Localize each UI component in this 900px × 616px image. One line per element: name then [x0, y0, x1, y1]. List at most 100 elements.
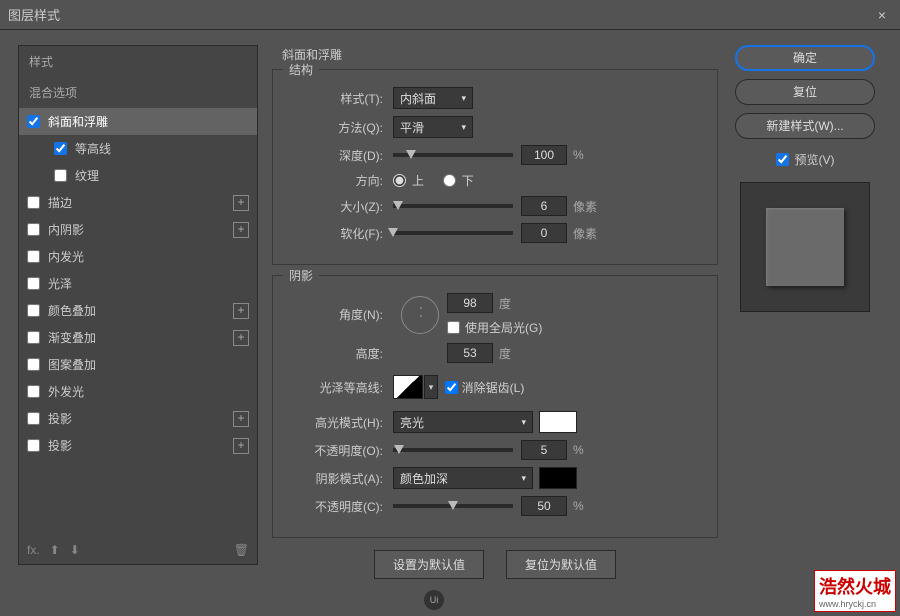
- watermark-text: 浩然火城: [819, 577, 891, 597]
- set-default-button[interactable]: 设置为默认值: [374, 550, 484, 579]
- style-item-checkbox[interactable]: [54, 169, 67, 182]
- style-item-label: 等高线: [75, 140, 249, 157]
- size-input[interactable]: 6: [521, 196, 567, 216]
- style-item-checkbox[interactable]: [27, 304, 40, 317]
- style-item-label: 投影: [48, 437, 233, 454]
- style-item-checkbox[interactable]: [27, 439, 40, 452]
- highlight-mode-dropdown[interactable]: 亮光▾: [393, 411, 533, 433]
- style-item[interactable]: 渐变叠加+: [19, 324, 257, 351]
- chevron-down-icon: ▾: [521, 417, 526, 428]
- global-light-checkbox[interactable]: [447, 321, 460, 334]
- slider-knob[interactable]: [448, 501, 458, 510]
- slider-knob[interactable]: [388, 228, 398, 237]
- style-dropdown[interactable]: 内斜面▾: [393, 87, 473, 109]
- style-item-label: 斜面和浮雕: [48, 113, 249, 130]
- shading-fieldset: 阴影 角度(N): 98 度 使用全局光(G) 高度:: [272, 275, 718, 538]
- style-item[interactable]: 光泽: [19, 270, 257, 297]
- gloss-contour-label: 光泽等高线:: [285, 379, 383, 396]
- style-item[interactable]: 颜色叠加+: [19, 297, 257, 324]
- window-title: 图层样式: [8, 5, 872, 24]
- styles-heading[interactable]: 样式: [19, 46, 257, 77]
- depth-slider[interactable]: [393, 153, 513, 157]
- depth-input[interactable]: 100: [521, 145, 567, 165]
- direction-down-radio[interactable]: [443, 174, 456, 187]
- soften-input[interactable]: 0: [521, 223, 567, 243]
- ok-button[interactable]: 确定: [735, 45, 875, 71]
- ui-cn-logo: Ui: [424, 590, 444, 610]
- direction-label: 方向:: [285, 172, 383, 189]
- move-down-icon[interactable]: ⬇: [70, 543, 80, 557]
- add-instance-icon[interactable]: +: [233, 222, 249, 238]
- close-icon[interactable]: ×: [872, 7, 892, 23]
- gloss-contour-dropdown[interactable]: ▾: [424, 375, 438, 399]
- cancel-button[interactable]: 复位: [735, 79, 875, 105]
- preview-toggle: 预览(V): [776, 151, 835, 168]
- style-item-checkbox[interactable]: [27, 412, 40, 425]
- highlight-opacity-slider[interactable]: [393, 448, 513, 452]
- size-slider[interactable]: [393, 204, 513, 208]
- reset-default-button[interactable]: 复位为默认值: [506, 550, 616, 579]
- add-instance-icon[interactable]: +: [233, 438, 249, 454]
- new-style-button[interactable]: 新建样式(W)...: [735, 113, 875, 139]
- style-item[interactable]: 外发光: [19, 378, 257, 405]
- style-item-checkbox[interactable]: [27, 250, 40, 263]
- style-item-checkbox[interactable]: [27, 223, 40, 236]
- title-bar: 图层样式 ×: [0, 0, 900, 30]
- add-instance-icon[interactable]: +: [233, 195, 249, 211]
- angle-dial[interactable]: [401, 296, 439, 334]
- slider-knob[interactable]: [394, 445, 404, 454]
- style-item[interactable]: 内阴影+: [19, 216, 257, 243]
- altitude-input[interactable]: 53: [447, 343, 493, 363]
- style-item-checkbox[interactable]: [27, 385, 40, 398]
- style-item[interactable]: 投影+: [19, 405, 257, 432]
- style-item-label: 颜色叠加: [48, 302, 233, 319]
- highlight-opacity-input[interactable]: 5: [521, 440, 567, 460]
- style-item[interactable]: 描边+: [19, 189, 257, 216]
- preview-label: 预览(V): [795, 151, 835, 168]
- style-item-checkbox[interactable]: [27, 358, 40, 371]
- add-instance-icon[interactable]: +: [233, 303, 249, 319]
- watermark-url: www.hryckj.cn: [819, 599, 891, 609]
- chevron-down-icon: ▾: [461, 93, 466, 104]
- style-item[interactable]: 投影+: [19, 432, 257, 459]
- shadow-opacity-slider[interactable]: [393, 504, 513, 508]
- chevron-down-icon: ▾: [461, 122, 466, 133]
- style-item-checkbox[interactable]: [27, 277, 40, 290]
- direction-up-radio[interactable]: [393, 174, 406, 187]
- style-item-checkbox[interactable]: [54, 142, 67, 155]
- highlight-color-swatch[interactable]: [539, 411, 577, 433]
- shadow-color-swatch[interactable]: [539, 467, 577, 489]
- style-item[interactable]: 纹理: [19, 162, 257, 189]
- technique-dropdown[interactable]: 平滑▾: [393, 116, 473, 138]
- structure-fieldset: 结构 样式(T): 内斜面▾ 方法(Q): 平滑▾ 深度(D): 100 % 方…: [272, 69, 718, 265]
- slider-knob[interactable]: [393, 201, 403, 210]
- style-item-checkbox[interactable]: [27, 331, 40, 344]
- style-item-checkbox[interactable]: [27, 115, 40, 128]
- add-instance-icon[interactable]: +: [233, 330, 249, 346]
- move-up-icon[interactable]: ⬆: [50, 543, 60, 557]
- style-item[interactable]: 图案叠加: [19, 351, 257, 378]
- soften-slider[interactable]: [393, 231, 513, 235]
- antialias-checkbox[interactable]: [445, 381, 458, 394]
- depth-unit: %: [573, 148, 584, 162]
- fx-menu-icon[interactable]: fx.: [27, 543, 40, 557]
- gloss-contour-picker[interactable]: [393, 375, 423, 399]
- highlight-mode-label: 高光模式(H):: [285, 414, 383, 431]
- shadow-opacity-input[interactable]: 50: [521, 496, 567, 516]
- style-item-label: 描边: [48, 194, 233, 211]
- style-item[interactable]: 斜面和浮雕: [19, 108, 257, 135]
- altitude-label: 高度:: [285, 345, 383, 362]
- style-item[interactable]: 等高线: [19, 135, 257, 162]
- highlight-opacity-label: 不透明度(O):: [285, 442, 383, 459]
- style-item-checkbox[interactable]: [27, 196, 40, 209]
- slider-knob[interactable]: [406, 150, 416, 159]
- angle-input[interactable]: 98: [447, 293, 493, 313]
- blend-options-heading[interactable]: 混合选项: [19, 77, 257, 108]
- style-item[interactable]: 内发光: [19, 243, 257, 270]
- preview-checkbox[interactable]: [776, 153, 789, 166]
- highlight-opacity-unit: %: [573, 443, 584, 457]
- trash-icon[interactable]: 🗑: [234, 543, 249, 557]
- shadow-mode-dropdown[interactable]: 颜色加深▾: [393, 467, 533, 489]
- add-instance-icon[interactable]: +: [233, 411, 249, 427]
- soften-label: 软化(F):: [285, 225, 383, 242]
